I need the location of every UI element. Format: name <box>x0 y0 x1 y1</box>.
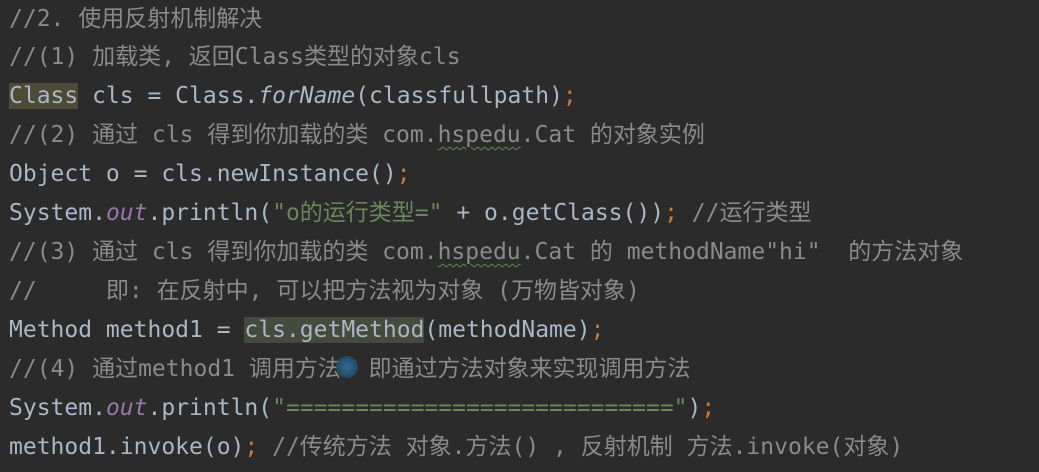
class-type-token: Class <box>9 83 79 109</box>
code-line-9[interactable]: Method method1 = cls.getMethod(methodNam… <box>9 311 604 350</box>
code-line-6[interactable]: System.out.println("o的运行类型=" + o.getClas… <box>9 194 811 233</box>
package-token: hspedu <box>437 239 521 265</box>
method-token: forName <box>258 83 356 109</box>
semicolon: ; <box>244 434 259 460</box>
comment-text: //(3) 通过 cls 得到你加载的类 com. <box>9 239 438 265</box>
semicolon: ; <box>701 395 716 421</box>
code-text: Object o = cls.newInstance() <box>9 161 397 187</box>
string-literal: "============================" <box>272 395 688 421</box>
code-text: cls = Class. <box>78 83 259 109</box>
code-line-2[interactable]: //(1) 加载类, 返回Class类型的对象cls <box>9 38 461 77</box>
code-text: System. <box>9 395 106 421</box>
comment-text: //运行类型 <box>677 200 812 226</box>
semicolon: ; <box>396 161 411 187</box>
code-text: System. <box>9 200 106 226</box>
semicolon: ; <box>590 317 605 343</box>
code-text: + o.getClass()) <box>442 200 665 226</box>
code-line-8[interactable]: // 即: 在反射中, 可以把方法视为对象 (万物皆对象) <box>9 272 640 311</box>
comment-text: // 即: 在反射中, 可以把方法视为对象 (万物皆对象) <box>9 278 640 304</box>
static-field-token: out <box>105 395 148 421</box>
code-line-12[interactable]: method1.invoke(o); //传统方法 对象.方法() , 反射机制… <box>9 428 903 467</box>
semicolon: ; <box>562 83 577 109</box>
highlighted-call: cls.getMethod <box>244 317 425 343</box>
comment-text: //(2) 通过 cls 得到你加载的类 com. <box>9 122 438 148</box>
comment-text: //2. 使用反射机制解决 <box>9 6 263 32</box>
code-line-4[interactable]: //(2) 通过 cls 得到你加载的类 com.hspedu.Cat 的对象实… <box>9 116 705 155</box>
code-line-1[interactable]: //2. 使用反射机制解决 <box>9 0 262 39</box>
mouse-cursor-highlight <box>336 356 358 378</box>
code-line-5[interactable]: Object o = cls.newInstance(); <box>9 155 411 194</box>
comment-text: //传统方法 对象.方法() , 反射机制 方法.invoke(对象) <box>258 434 904 460</box>
semicolon: ; <box>664 200 678 226</box>
code-text: ) <box>687 395 702 421</box>
comment-text: .Cat 的对象实例 <box>520 122 705 148</box>
package-token: hspedu <box>437 122 521 148</box>
code-text: Method method1 = <box>9 317 245 343</box>
string-literal: "o的运行类型=" <box>272 200 443 226</box>
code-text: .println( <box>147 395 273 421</box>
code-text: (classfullpath) <box>355 83 563 109</box>
comment-text: .Cat 的 methodName"hi" 的方法对象 <box>520 239 964 265</box>
code-line-7[interactable]: //(3) 通过 cls 得到你加载的类 com.hspedu.Cat 的 me… <box>9 233 963 272</box>
static-field-token: out <box>105 200 148 226</box>
code-text: .println( <box>147 200 273 226</box>
code-editor[interactable]: //2. 使用反射机制解决 //(1) 加载类, 返回Class类型的对象cls… <box>0 0 1039 472</box>
code-line-11[interactable]: System.out.println("====================… <box>9 389 715 428</box>
code-text: (methodName) <box>424 317 591 343</box>
comment-text: //(1) 加载类, 返回Class类型的对象cls <box>9 44 461 70</box>
code-text: method1.invoke(o) <box>9 434 245 460</box>
code-line-3[interactable]: Class cls = Class.forName(classfullpath)… <box>9 77 577 116</box>
